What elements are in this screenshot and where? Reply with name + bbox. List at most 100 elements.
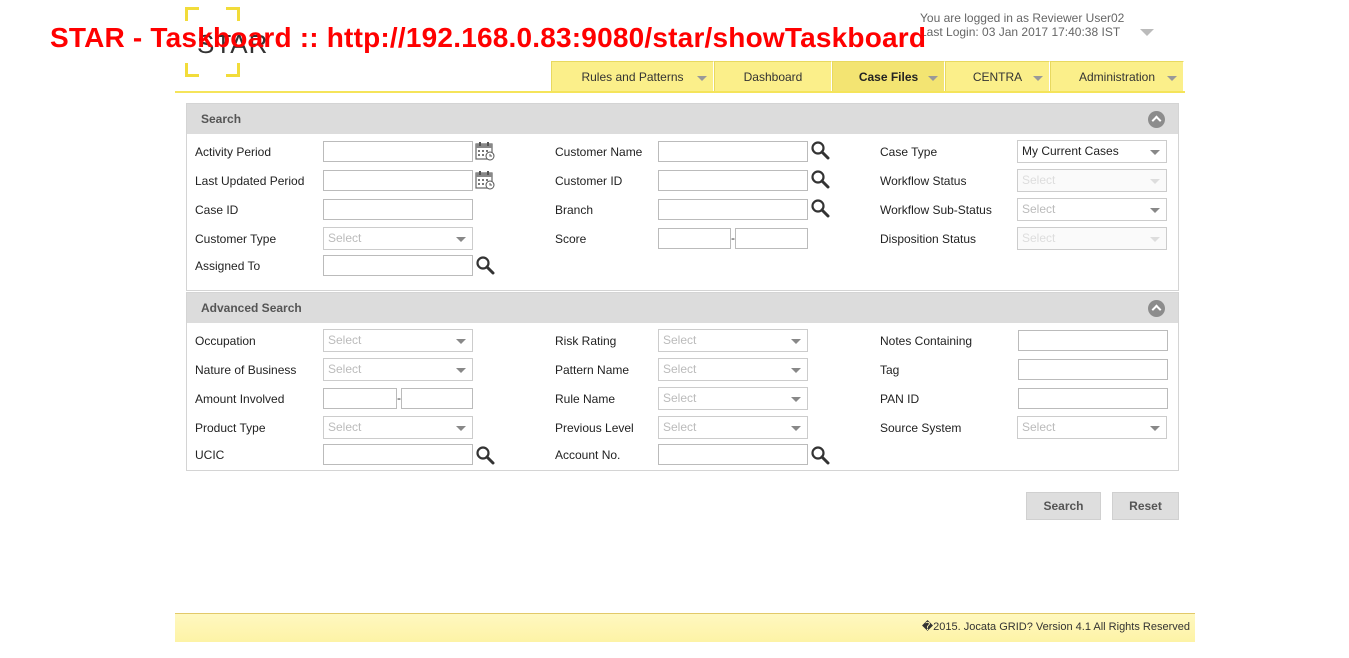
assigned-to-input[interactable]: [323, 255, 473, 276]
search-icon[interactable]: [810, 169, 830, 189]
calendar-icon[interactable]: [475, 141, 495, 161]
disposition-status-select[interactable]: Select: [1017, 227, 1167, 250]
nature-of-business-label: Nature of Business: [195, 363, 297, 377]
customer-type-select[interactable]: Select: [323, 227, 473, 250]
amount-max-input[interactable]: [401, 388, 473, 409]
account-no-label: Account No.: [555, 448, 621, 462]
product-type-select[interactable]: Select: [323, 416, 473, 439]
search-panel-header[interactable]: Search: [187, 104, 1178, 134]
tab-label: Case Files: [858, 69, 919, 84]
previous-level-select[interactable]: Select: [658, 416, 808, 439]
tab-centra[interactable]: CENTRA: [945, 61, 1050, 92]
collapse-icon[interactable]: [1148, 111, 1165, 128]
disposition-status-label: Disposition Status: [880, 232, 977, 246]
copyright-text: �2015. Jocata GRID? Version 4.1 All Righ…: [921, 621, 1190, 633]
assigned-to-label: Assigned To: [195, 259, 261, 273]
search-icon[interactable]: [810, 445, 830, 465]
risk-rating-label: Risk Rating: [555, 334, 617, 348]
tab-administration[interactable]: Administration: [1050, 61, 1184, 92]
search-panel-title: Search: [201, 112, 242, 126]
tag-input[interactable]: [1018, 359, 1168, 380]
select-placeholder: Select: [1022, 202, 1056, 216]
chevron-down-icon: [1033, 76, 1043, 81]
case-id-label: Case ID: [195, 203, 239, 217]
rule-name-label: Rule Name: [555, 392, 616, 406]
notes-containing-input[interactable]: [1018, 330, 1168, 351]
chevron-down-icon: [791, 426, 801, 431]
tab-case-files[interactable]: Case Files: [832, 61, 945, 92]
select-placeholder: Select: [663, 333, 697, 347]
search-button[interactable]: Search: [1026, 492, 1101, 520]
workflow-status-label: Workflow Status: [880, 174, 967, 188]
window-title: STAR - Taskboard :: http://192.168.0.83:…: [50, 22, 927, 53]
case-type-label: Case Type: [880, 145, 938, 159]
risk-rating-select[interactable]: Select: [658, 329, 808, 352]
tab-label: CENTRA: [972, 69, 1023, 84]
advanced-search-header[interactable]: Advanced Search: [187, 293, 1178, 323]
customer-name-label: Customer Name: [555, 145, 643, 159]
score-min-input[interactable]: [658, 228, 731, 249]
pan-id-label: PAN ID: [880, 392, 920, 406]
select-placeholder: Select: [328, 333, 362, 347]
activity-period-input[interactable]: [323, 141, 473, 162]
chevron-down-icon: [791, 368, 801, 373]
nav-divider: [175, 91, 1185, 93]
pattern-name-select[interactable]: Select: [658, 358, 808, 381]
last-updated-period-input[interactable]: [323, 170, 473, 191]
search-icon[interactable]: [475, 445, 495, 465]
select-placeholder: Select: [1022, 420, 1056, 434]
ucic-label: UCIC: [195, 448, 225, 462]
collapse-icon[interactable]: [1148, 300, 1165, 317]
select-placeholder: Select: [328, 420, 362, 434]
select-placeholder: Select: [1022, 173, 1056, 187]
tab-label: Dashboard: [743, 69, 803, 84]
select-placeholder: Select: [328, 231, 362, 245]
workflow-status-select[interactable]: Select: [1017, 169, 1167, 192]
search-icon[interactable]: [810, 198, 830, 218]
amount-min-input[interactable]: [323, 388, 397, 409]
chevron-down-icon: [1150, 150, 1160, 155]
chevron-down-icon: [1150, 426, 1160, 431]
select-placeholder: Select: [663, 362, 697, 376]
search-icon[interactable]: [475, 255, 495, 275]
score-label: Score: [555, 232, 587, 246]
tab-rules-and-patterns[interactable]: Rules and Patterns: [551, 61, 714, 92]
select-placeholder: Select: [1022, 231, 1056, 245]
case-id-input[interactable]: [323, 199, 473, 220]
source-system-label: Source System: [880, 421, 962, 435]
chevron-down-icon: [791, 397, 801, 402]
activity-period-label: Activity Period: [195, 145, 272, 159]
tab-dashboard[interactable]: Dashboard: [714, 61, 832, 92]
chevron-down-icon: [1167, 76, 1177, 81]
pan-id-input[interactable]: [1018, 388, 1168, 409]
search-icon[interactable]: [810, 140, 830, 160]
customer-name-input[interactable]: [658, 141, 808, 162]
calendar-icon[interactable]: [475, 170, 495, 190]
notes-containing-label: Notes Containing: [880, 334, 973, 348]
case-type-select[interactable]: My Current Cases: [1017, 140, 1167, 163]
score-max-input[interactable]: [735, 228, 808, 249]
user-menu-chevron-down-icon[interactable]: [1140, 29, 1154, 36]
reset-button[interactable]: Reset: [1112, 492, 1179, 520]
chevron-down-icon: [1150, 179, 1160, 184]
chevron-down-icon: [456, 368, 466, 373]
customer-id-input[interactable]: [658, 170, 808, 191]
logged-in-text: You are logged in as Reviewer User02: [920, 11, 1125, 25]
advanced-search-title: Advanced Search: [201, 301, 302, 315]
last-login-text: Last Login: 03 Jan 2017 17:40:38 IST: [920, 25, 1121, 39]
select-placeholder: Select: [663, 420, 697, 434]
nature-of-business-select[interactable]: Select: [323, 358, 473, 381]
rule-name-select[interactable]: Select: [658, 387, 808, 410]
account-no-input[interactable]: [658, 444, 808, 465]
ucic-input[interactable]: [323, 444, 473, 465]
occupation-label: Occupation: [195, 334, 256, 348]
tab-label: Rules and Patterns: [581, 69, 684, 84]
workflow-sub-status-select[interactable]: Select: [1017, 198, 1167, 221]
occupation-select[interactable]: Select: [323, 329, 473, 352]
tag-label: Tag: [880, 363, 900, 377]
chevron-down-icon: [697, 76, 707, 81]
source-system-select[interactable]: Select: [1017, 416, 1167, 439]
chevron-down-icon: [928, 76, 938, 81]
chevron-down-icon: [791, 339, 801, 344]
branch-input[interactable]: [658, 199, 808, 220]
